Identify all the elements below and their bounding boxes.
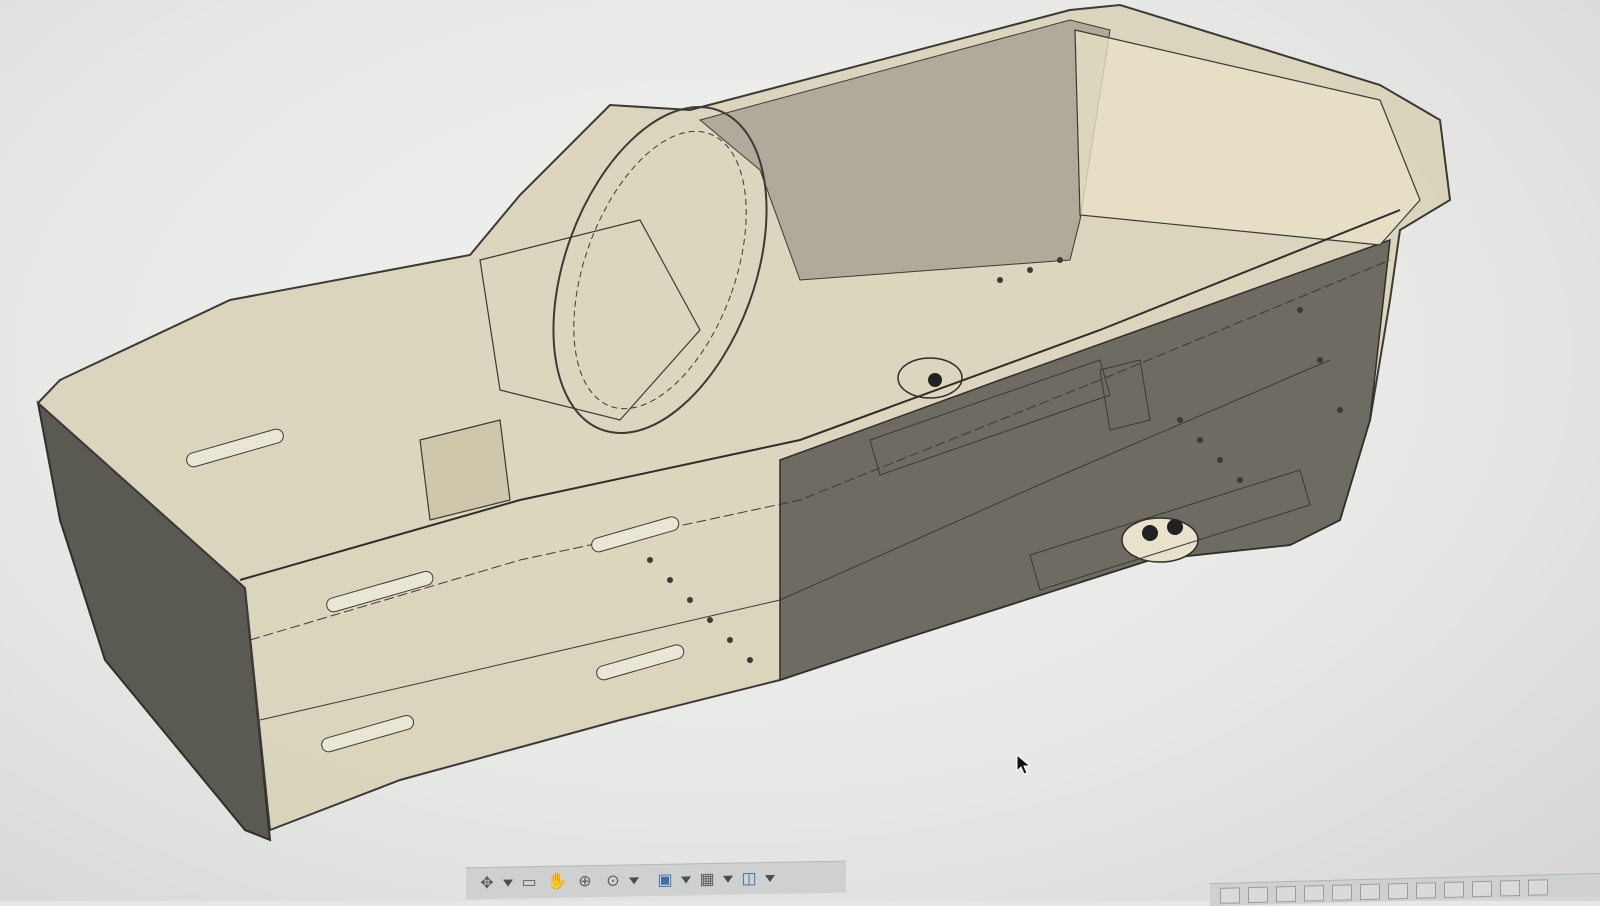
- rear-mount-bolt-2: [1167, 519, 1183, 535]
- rear-mount-bolt-1: [1142, 525, 1158, 541]
- timeline-button[interactable]: [1332, 884, 1352, 901]
- timeline-button[interactable]: [1276, 885, 1296, 903]
- chassis-model[interactable]: [0, 0, 1600, 901]
- zoom-icon[interactable]: ⊕: [572, 870, 598, 894]
- viewports-caret[interactable]: [764, 866, 776, 890]
- viewports-icon[interactable]: ◫: [736, 867, 762, 891]
- orbit-dropdown-caret[interactable]: [502, 871, 514, 895]
- zoom-dropdown-caret[interactable]: [628, 869, 640, 893]
- mouse-cursor-icon: [1016, 754, 1032, 775]
- timeline-button[interactable]: [1220, 887, 1240, 904]
- timeline-button[interactable]: [1360, 883, 1380, 901]
- rear-mount: [1121, 517, 1199, 563]
- display-settings-caret[interactable]: [680, 868, 692, 892]
- timeline-button[interactable]: [1416, 882, 1436, 899]
- navigation-toolbar: ✥ ▭ ✋ ⊕ ⊙ ▣ ▦ ◫: [466, 860, 846, 900]
- timeline-button[interactable]: [1528, 879, 1548, 896]
- toolbar-separator: [642, 869, 650, 893]
- mid-mount-bolt: [928, 373, 942, 387]
- timeline-button[interactable]: [1304, 885, 1324, 902]
- display-settings-icon[interactable]: ▣: [652, 868, 678, 892]
- look-at-icon[interactable]: ▭: [516, 870, 542, 894]
- orbit-icon[interactable]: ✥: [474, 871, 500, 895]
- timeline-button[interactable]: [1388, 882, 1408, 900]
- grid-settings-caret[interactable]: [722, 867, 734, 891]
- cad-viewport[interactable]: ✥ ▭ ✋ ⊕ ⊙ ▣ ▦ ◫: [0, 0, 1600, 906]
- timeline-button[interactable]: [1444, 881, 1464, 898]
- grid-settings-icon[interactable]: ▦: [694, 867, 720, 891]
- timeline-button[interactable]: [1500, 879, 1520, 897]
- fit-zoom-icon[interactable]: ⊙: [600, 869, 626, 893]
- pan-icon[interactable]: ✋: [544, 870, 570, 894]
- timeline-button[interactable]: [1472, 880, 1492, 898]
